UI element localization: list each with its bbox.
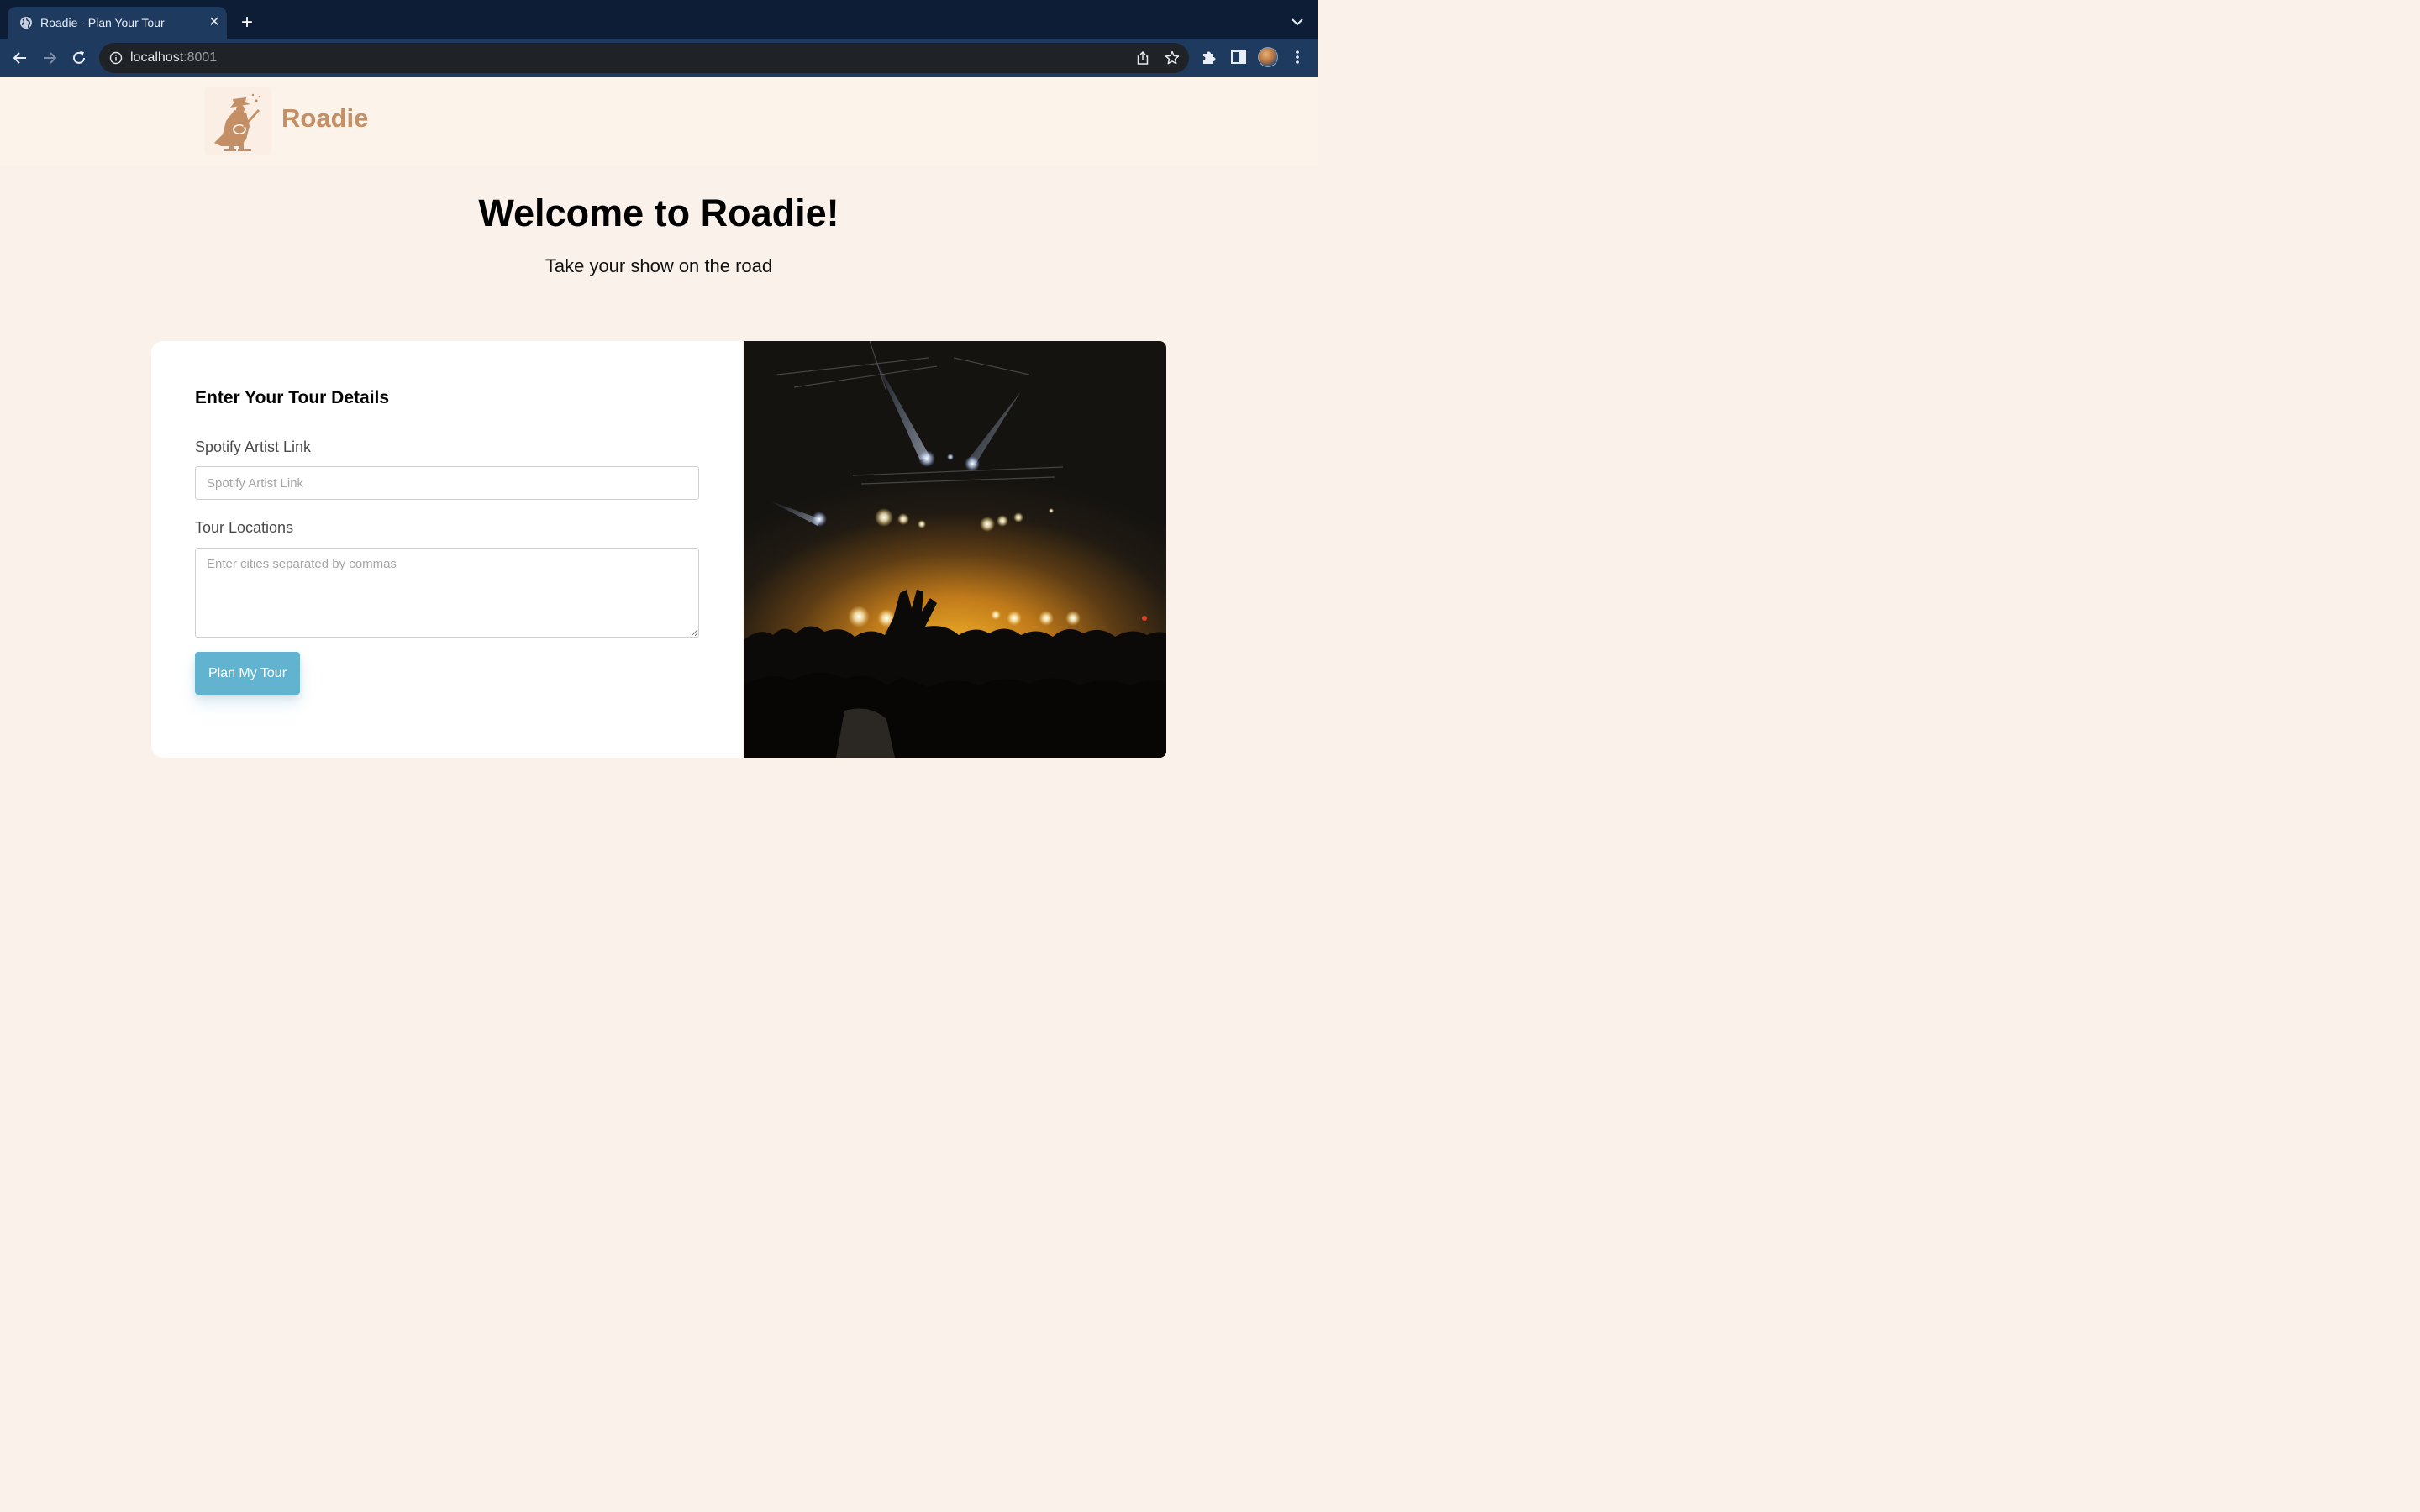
spotify-link-label: Spotify Artist Link xyxy=(195,438,312,455)
arrow-right-icon[interactable] xyxy=(39,48,60,68)
tour-locations-textarea[interactable] xyxy=(195,548,699,638)
url-text[interactable]: localhost:8001 xyxy=(130,50,217,66)
globe-icon xyxy=(20,17,32,29)
star-icon[interactable] xyxy=(1164,50,1181,66)
plan-my-tour-button[interactable]: Plan My Tour xyxy=(195,652,300,695)
page-title: Welcome to Roadie! xyxy=(478,192,839,234)
puzzle-icon[interactable] xyxy=(1200,48,1218,66)
address-bar[interactable]: localhost:8001 xyxy=(99,43,1189,73)
form-title: Enter Your Tour Details xyxy=(195,388,390,407)
share-icon[interactable] xyxy=(1134,50,1151,66)
info-icon[interactable] xyxy=(109,51,123,65)
reload-icon[interactable] xyxy=(69,48,89,68)
profile-avatar[interactable] xyxy=(1258,47,1278,67)
logo-text[interactable]: Roadie xyxy=(281,103,368,134)
tab-close-icon[interactable]: ✕ xyxy=(206,14,223,31)
side-panel-icon[interactable] xyxy=(1229,48,1248,66)
tab-strip: Roadie - Plan Your Tour ✕ + xyxy=(0,0,1318,39)
guitarist-logo-icon[interactable] xyxy=(204,87,271,155)
browser-chrome: Roadie - Plan Your Tour ✕ + localhost:80… xyxy=(0,0,1318,77)
browser-tab[interactable]: Roadie - Plan Your Tour ✕ xyxy=(8,7,227,39)
tour-locations-label: Tour Locations xyxy=(195,519,294,536)
tour-details-form: Enter Your Tour Details Spotify Artist L… xyxy=(151,341,743,758)
kebab-menu-icon[interactable] xyxy=(1291,48,1304,66)
page-content: Roadie Welcome to Roadie! Take your show… xyxy=(0,77,1318,823)
url-port: :8001 xyxy=(183,50,218,65)
site-header: Roadie xyxy=(0,77,1318,166)
page-subtitle: Take your show on the road xyxy=(544,255,773,276)
tab-title: Roadie - Plan Your Tour xyxy=(40,16,165,29)
concert-crowd-image xyxy=(744,341,1166,758)
browser-toolbar: localhost:8001 xyxy=(0,39,1318,77)
chevron-down-icon[interactable] xyxy=(1287,13,1307,30)
url-host: localhost xyxy=(130,50,184,65)
new-tab-button[interactable]: + xyxy=(237,13,257,33)
arrow-left-icon[interactable] xyxy=(10,48,30,68)
spotify-link-input[interactable] xyxy=(195,466,699,500)
